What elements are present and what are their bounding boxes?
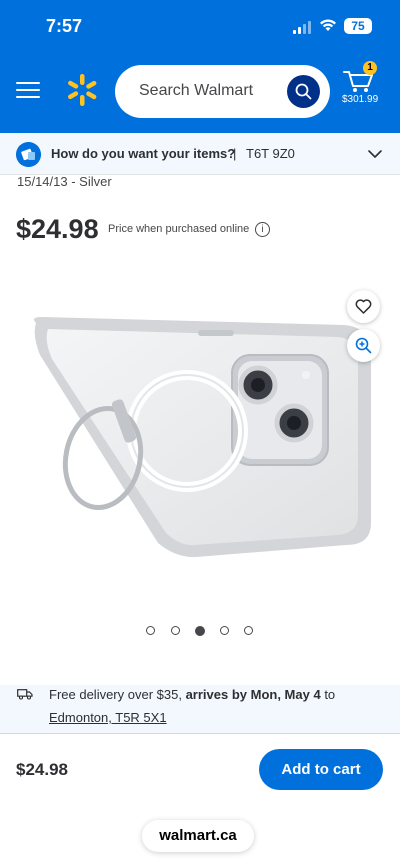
product-price: $24.98 — [16, 214, 99, 244]
chevron-down-icon[interactable] — [368, 150, 382, 159]
arrival-date: arrives by Mon, May 4 — [185, 687, 321, 702]
favorite-button[interactable] — [347, 290, 380, 323]
search-placeholder: Search Walmart — [139, 82, 254, 99]
cart-total: $301.99 — [342, 94, 379, 105]
battery-indicator: 75 — [344, 18, 372, 34]
carousel-dot-active[interactable] — [195, 625, 205, 636]
truck-icon — [17, 689, 33, 700]
product-title-fragment: 15/14/13 - Silver — [17, 174, 112, 189]
status-time: 7:57 — [46, 16, 83, 36]
free-delivery-text: Free delivery over $35, arrives by Mon, … — [49, 687, 336, 702]
carousel-dot[interactable] — [220, 626, 229, 635]
cart-count-badge: 1 — [363, 61, 377, 75]
delivery-icon — [16, 142, 41, 167]
delivery-postal-code: T6T 9Z0 — [246, 146, 295, 161]
search-input[interactable]: Search Walmart — [115, 65, 330, 118]
wifi-icon — [320, 19, 336, 31]
browser-url[interactable]: walmart.ca — [142, 820, 254, 852]
cellular-signal-icon — [293, 20, 313, 34]
product-image[interactable] — [26, 295, 376, 570]
delivery-question: How do you want your items? — [51, 146, 236, 161]
delivery-options-bar[interactable]: How do you want your items? | T6T 9Z0 — [0, 133, 400, 175]
heart-icon — [355, 299, 372, 314]
carousel-dot[interactable] — [244, 626, 253, 635]
search-button[interactable] — [287, 75, 320, 108]
carousel-dot[interactable] — [171, 626, 180, 635]
zoom-icon — [355, 337, 372, 354]
delivery-location-link[interactable]: Edmonton, T5R 5X1 — [49, 710, 167, 725]
add-to-cart-button[interactable]: Add to cart — [259, 749, 383, 790]
search-icon — [295, 83, 312, 100]
price-note: Price when purchased online — [108, 223, 250, 235]
walmart-spark-logo[interactable] — [64, 72, 100, 108]
sticky-price: $24.98 — [16, 760, 68, 779]
carousel-dot[interactable] — [146, 626, 155, 635]
image-carousel-dots — [146, 625, 256, 636]
delivery-separator: | — [233, 146, 237, 161]
menu-icon[interactable] — [16, 80, 40, 100]
info-icon[interactable]: i — [255, 222, 270, 237]
zoom-button[interactable] — [347, 329, 380, 362]
